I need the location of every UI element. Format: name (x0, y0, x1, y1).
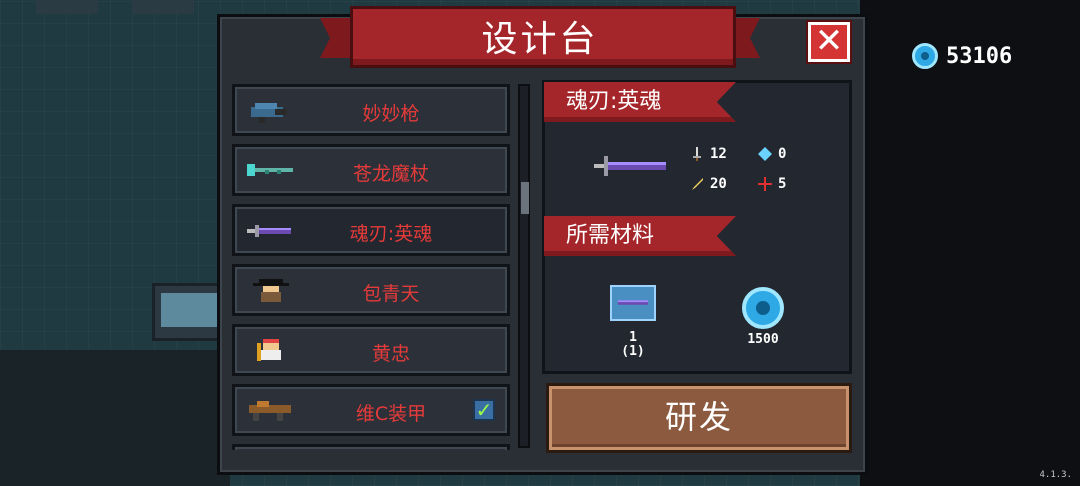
gun-icon (251, 103, 287, 123)
currency-display: 53106 (912, 43, 1012, 69)
list-item-selected[interactable]: 魂刃:英魂 (232, 204, 510, 256)
research-button[interactable]: 研发 (546, 383, 852, 453)
character-icon (253, 279, 289, 302)
sword-stat-icon (693, 147, 701, 161)
attack-stat: 12 (690, 146, 727, 162)
energy-stat: 0 (758, 146, 786, 162)
item-name-ribbon: 魂刃:英魂 (544, 82, 736, 122)
list-item[interactable]: 包青天 (232, 264, 510, 316)
blueprint-list: 妙妙枪 苍龙魔杖 魂刃:英魂 包青天 黄忠 维C装甲 ✓ (230, 82, 518, 450)
list-item[interactable]: 维C装甲 ✓ (232, 384, 510, 436)
checkmark-icon: ✓ (473, 399, 495, 421)
crit-value: 5 (778, 176, 787, 192)
list-item-label: 黄忠 (371, 343, 410, 365)
speed-stat: 20 (690, 176, 727, 192)
material-owned: (1) (621, 344, 645, 359)
list-scrollbar[interactable] (518, 84, 530, 448)
scroll-thumb[interactable] (521, 182, 529, 214)
list-item[interactable]: 苍龙魔杖 (232, 144, 510, 196)
background-wall (0, 350, 230, 486)
character-icon (257, 339, 281, 361)
material-count: 1 (629, 330, 637, 345)
gem-cost: 1500 (747, 332, 779, 347)
currency-value: 53106 (946, 43, 1013, 69)
materials-ribbon: 所需材料 (544, 216, 736, 256)
page-title: 设计台 (481, 19, 599, 60)
list-item-label: 苍龙魔杖 (352, 163, 429, 185)
gem-icon (912, 43, 938, 69)
sword-blueprint-icon (610, 285, 656, 321)
list-item[interactable]: 黄忠 (232, 324, 510, 376)
list-item[interactable] (232, 444, 510, 450)
list-item[interactable]: 妙妙枪 (232, 84, 510, 136)
list-item-label: 魂刃:英魂 (349, 223, 433, 245)
crosshair-icon (758, 177, 772, 191)
background-wall-tile (36, 0, 98, 14)
gem-icon (742, 287, 784, 329)
energy-value: 0 (778, 146, 787, 162)
feather-icon (692, 178, 703, 190)
version-label: 4.1.3. (1039, 470, 1072, 480)
background-wall-tile (132, 0, 194, 14)
close-button[interactable]: ✕ (808, 22, 850, 62)
speed-value: 20 (710, 176, 727, 192)
staff-icon (247, 164, 293, 176)
attack-value: 12 (710, 146, 727, 162)
list-item-label: 包青天 (362, 283, 420, 305)
title-banner: 设计台 (320, 6, 760, 68)
sword-icon (247, 225, 291, 237)
list-item-label: 妙妙枪 (362, 103, 420, 125)
list-item-label: 维C装甲 (355, 403, 427, 425)
sword-icon (594, 156, 666, 176)
background-void (860, 0, 1080, 486)
diamond-icon (758, 147, 772, 161)
armor-icon (249, 401, 291, 421)
crit-stat: 5 (758, 176, 786, 192)
